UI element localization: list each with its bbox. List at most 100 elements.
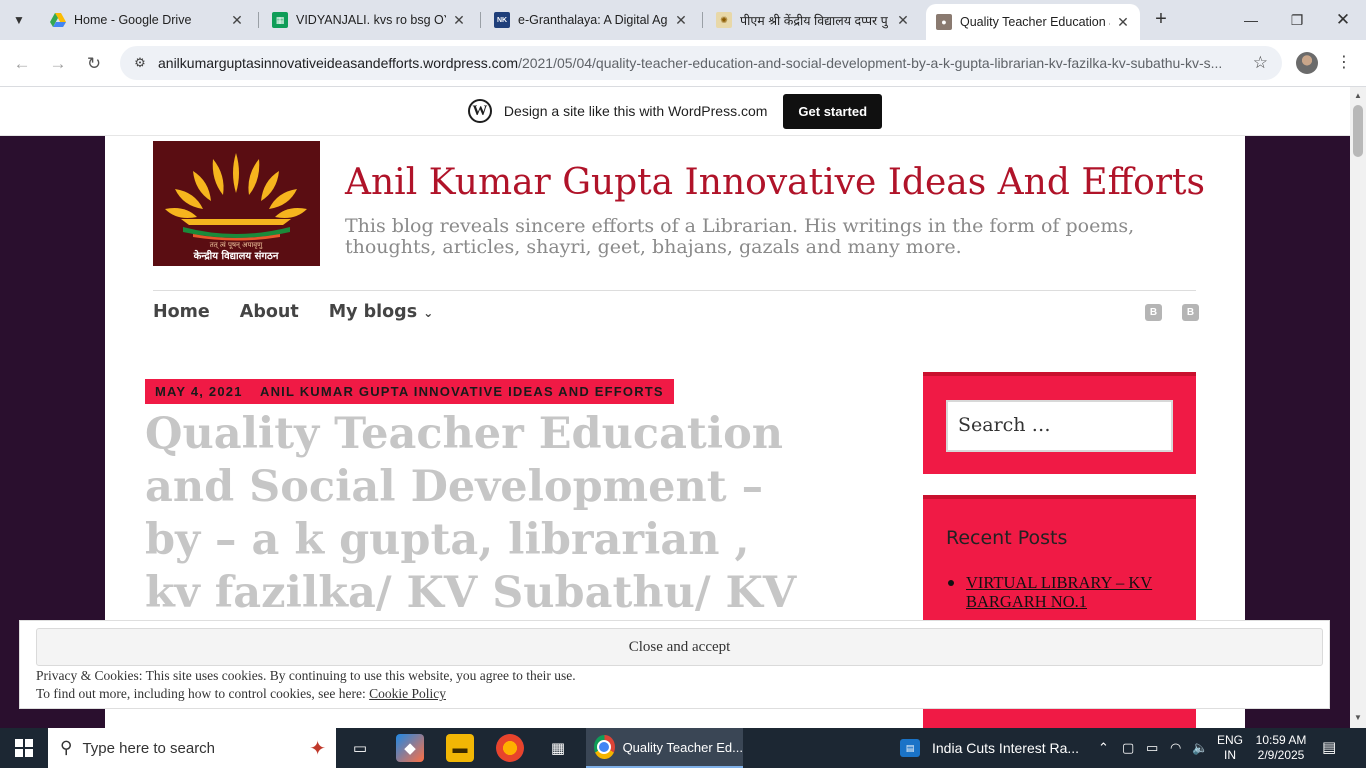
calendar-app-icon[interactable]: ▦ [544, 734, 572, 762]
url-text[interactable]: anilkumarguptasinnovativeideasandefforts… [158, 55, 1238, 71]
tab-quality-teacher-education[interactable]: ● Quality Teacher Education ar ✕ [926, 4, 1140, 40]
cookie-more-info-text: To find out more, including how to contr… [36, 686, 370, 701]
windows-logo-icon [15, 739, 33, 757]
nav-divider [153, 290, 1196, 291]
post-category-badge[interactable]: ANIL KUMAR GUPTA INNOVATIVE IDEAS AND EF… [250, 379, 674, 404]
clock-time: 10:59 AM [1255, 733, 1307, 747]
scroll-up-icon[interactable]: ▲ [1353, 91, 1363, 100]
get-started-button[interactable]: Get started [783, 93, 883, 129]
tab-separator [480, 12, 481, 28]
logo-caption: केन्द्रीय विद्यालय संगठन [193, 249, 279, 262]
cookie-notice-text: Privacy & Cookies: This site uses cookie… [36, 668, 576, 683]
taskbar-chrome-window[interactable]: Quality Teacher Ed... [586, 728, 743, 768]
blogger-icon[interactable]: B [1182, 304, 1199, 321]
close-icon[interactable]: ✕ [452, 12, 466, 29]
blogger-icon[interactable]: B [1145, 304, 1162, 321]
page-viewport: W Design a site like this with WordPress… [0, 87, 1350, 728]
close-icon[interactable]: ✕ [896, 12, 910, 29]
file-explorer-icon[interactable]: ▬ [446, 734, 474, 762]
task-view-icon[interactable]: ▭ [346, 734, 374, 762]
window-close-button[interactable]: ✕ [1320, 0, 1366, 40]
close-icon[interactable]: ✕ [674, 12, 688, 29]
windows-taskbar: ⚲ Type here to search ✦ ▭ ◆ ▬ ▦ Quality … [0, 728, 1366, 768]
meet-now-icon[interactable]: ▢ [1122, 728, 1134, 768]
system-clock[interactable]: 10:59 AM 2/9/2025 [1252, 733, 1310, 763]
tab-title: पीएम श्री केंद्रीय विद्यालय दप्पर पु [740, 13, 888, 28]
network-icon[interactable]: ◠ [1170, 728, 1181, 768]
new-tab-button[interactable]: + [1150, 8, 1172, 30]
more-menu-icon[interactable]: ⋮ [1334, 52, 1354, 72]
close-icon[interactable]: ✕ [230, 12, 244, 29]
clock-date: 2/9/2025 [1257, 748, 1305, 762]
tab-title: VIDYANJALI. kvs ro bsg OYM [296, 13, 446, 27]
wordpress-banner: W Design a site like this with WordPress… [0, 87, 1350, 136]
nav-item-about[interactable]: About [240, 302, 299, 322]
nic-icon: NK [494, 12, 510, 28]
tab-separator [258, 12, 259, 28]
taskbar-search-placeholder: Type here to search [82, 739, 216, 757]
battery-icon[interactable]: ▭ [1146, 728, 1158, 768]
search-input[interactable]: Search … [946, 400, 1173, 452]
input-language-code: ENG [1216, 733, 1243, 747]
close-icon[interactable]: ✕ [1116, 14, 1130, 31]
site-logo[interactable]: तत् त्वं पूषन् अपावृणु केन्द्रीय विद्याल… [153, 141, 320, 266]
firefox-icon[interactable] [496, 734, 524, 762]
copilot-icon[interactable]: ◆ [396, 734, 424, 762]
tab-strip: ▼ Home - Google Drive ✕ ▦ VIDYANJALI. kv… [0, 0, 1366, 40]
taskbar-search[interactable]: ⚲ Type here to search ✦ [48, 728, 336, 768]
bookmark-star-icon[interactable]: ☆ [1253, 53, 1268, 73]
reload-button[interactable]: ↻ [80, 50, 108, 78]
forward-button[interactable]: → [44, 50, 72, 78]
tab-title: e-Granthalaya: A Digital Age [518, 13, 668, 27]
tab-e-granthalaya[interactable]: NK e-Granthalaya: A Digital Age ✕ [484, 4, 698, 36]
site-title[interactable]: Anil Kumar Gupta Innovative Ideas And Ef… [345, 162, 1205, 203]
google-sheets-icon: ▦ [272, 12, 288, 28]
kvs-logo-emblem-icon: तत् त्वं पूषन् अपावृणु केन्द्रीय विद्याल… [153, 141, 320, 266]
recent-posts-list: VIRTUAL LIBRARY – KV BARGARH NO.1 [946, 573, 1176, 619]
main-navigation: Home About My blogs ⌄ [153, 302, 433, 322]
url-path: /2021/05/04/quality-teacher-education-an… [518, 55, 1223, 71]
minimize-button[interactable]: — [1228, 0, 1274, 40]
address-bar[interactable]: ⚙ anilkumarguptasinnovativeideasandeffor… [120, 46, 1282, 80]
nav-item-my-blogs[interactable]: My blogs ⌄ [329, 302, 434, 322]
search-icon: ⚲ [60, 738, 73, 757]
profile-avatar[interactable] [1296, 52, 1318, 74]
tab-google-drive[interactable]: Home - Google Drive ✕ [40, 4, 254, 36]
tab-pm-shri-kv[interactable]: ✺ पीएम श्री केंद्रीय विद्यालय दप्पर पु ✕ [706, 4, 920, 36]
news-icon: ▤ [900, 739, 920, 757]
site-info-icon[interactable]: ⚙ [128, 55, 152, 71]
site-description: This blog reveals sincere efforts of a L… [345, 215, 1135, 258]
back-button[interactable]: ← [8, 50, 36, 78]
page-scrollbar[interactable]: ▲ ▼ [1350, 87, 1366, 728]
news-widget[interactable]: ▤ India Cuts Interest Ra... [900, 728, 1079, 768]
logo-motto: तत् त्वं पूषन् अपावृणु [210, 241, 263, 249]
url-host: anilkumarguptasinnovativeideasandefforts… [158, 55, 519, 71]
wordpress-logo-icon: W [467, 99, 492, 123]
scroll-thumb[interactable] [1353, 105, 1363, 157]
scroll-down-icon[interactable]: ▼ [1353, 713, 1363, 722]
show-hidden-icons[interactable]: ⌃ [1098, 728, 1109, 768]
cookie-policy-link[interactable]: Cookie Policy [369, 686, 446, 701]
tab-search-button[interactable]: ▼ [6, 7, 32, 33]
cookie-banner: Close and accept Privacy & Cookies: This… [19, 620, 1330, 709]
profile-photo-icon: ● [936, 14, 952, 30]
google-drive-icon [50, 12, 66, 28]
chrome-icon [594, 735, 615, 759]
taskbar-chrome-label: Quality Teacher Ed... [622, 739, 743, 755]
post-date-badge[interactable]: MAY 4, 2021 [145, 379, 253, 404]
notification-icon[interactable]: ▤ [1322, 738, 1336, 756]
tab-vidyanjali[interactable]: ▦ VIDYANJALI. kvs ro bsg OYM ✕ [262, 4, 476, 36]
start-button[interactable] [0, 728, 48, 768]
browser-toolbar: ← → ↻ ⚙ anilkumarguptasinnovativeideasan… [0, 40, 1366, 87]
volume-icon[interactable]: 🔈 [1192, 728, 1208, 768]
close-and-accept-button[interactable]: Close and accept [36, 628, 1323, 666]
recent-post-link[interactable]: VIRTUAL LIBRARY – KV BARGARH NO.1 [946, 573, 1176, 611]
wordpress-banner-text: Design a site like this with WordPress.c… [503, 103, 768, 119]
chevron-down-icon: ⌄ [423, 306, 434, 320]
nav-item-home[interactable]: Home [153, 302, 210, 322]
widget-title: Recent Posts [946, 527, 1068, 549]
input-language[interactable]: ENG IN [1214, 733, 1246, 763]
restore-button[interactable]: ❐ [1274, 0, 1320, 40]
input-language-region: IN [1224, 748, 1236, 762]
tab-title: Home - Google Drive [74, 13, 192, 27]
